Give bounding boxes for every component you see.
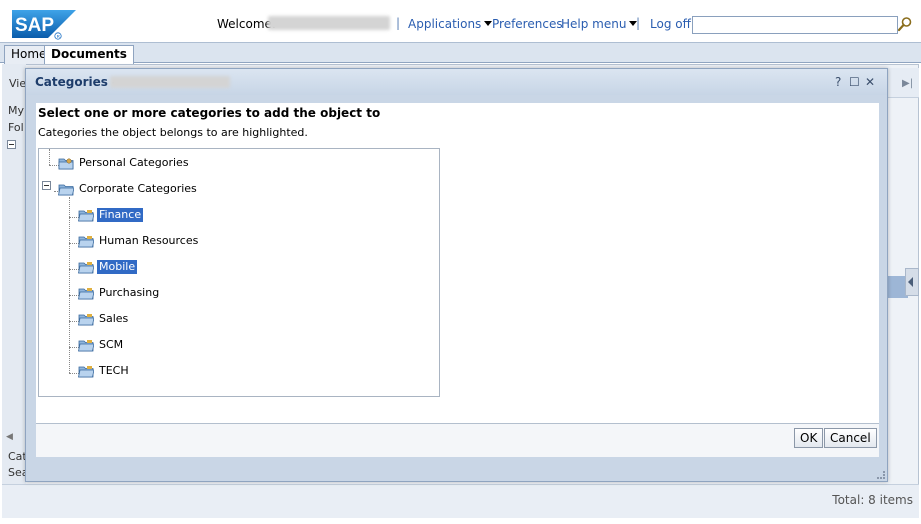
chevron-left-icon <box>908 277 913 287</box>
resize-grip-icon[interactable] <box>877 471 885 479</box>
folder-icon <box>78 313 94 325</box>
bg-view-fragment: Vie <box>9 77 27 90</box>
folder-icon <box>78 209 94 221</box>
tree-node-human-resources[interactable]: Human Resources <box>78 233 200 249</box>
tree-node-tech[interactable]: TECH <box>78 363 131 379</box>
tree-node-sales[interactable]: Sales <box>78 311 130 327</box>
applications-menu[interactable]: Applications <box>408 17 493 31</box>
close-icon[interactable]: ✕ <box>865 75 875 89</box>
cancel-button[interactable]: Cancel <box>824 428 877 448</box>
tree-node-label: TECH <box>99 364 129 377</box>
bg-my-fragment: My <box>8 104 25 117</box>
category-tree: Personal Categories Corporate Categories… <box>38 148 440 397</box>
help-menu-label: Help menu <box>561 17 627 31</box>
maximize-icon[interactable]: ☐ <box>849 75 860 89</box>
status-bar <box>2 484 919 518</box>
tree-node-corporate-categories[interactable]: Corporate Categories <box>58 181 199 197</box>
dialog-footer <box>36 423 879 457</box>
dialog-subheading: Categories the object belongs to are hig… <box>38 126 308 139</box>
folder-icon <box>78 261 94 273</box>
sap-logo: SAP R <box>12 10 76 40</box>
tree-connector <box>49 149 50 165</box>
bg-categories-fragment: Cat <box>8 450 27 463</box>
sap-logo-text: SAP <box>15 15 54 36</box>
dialog-title: Categories – <box>35 75 119 89</box>
nav-separator: | <box>396 16 401 30</box>
bg-folders-fragment: Fol <box>8 121 24 134</box>
tree-node-label: Sales <box>99 312 129 325</box>
folder-icon <box>78 287 94 299</box>
redacted-object-name <box>110 76 230 88</box>
folder-open-icon <box>58 184 74 195</box>
folder-icon <box>78 235 94 247</box>
nav-separator: | <box>636 16 641 30</box>
tree-node-label: Purchasing <box>99 286 160 299</box>
folder-icon <box>78 339 94 351</box>
tree-node-label: Corporate Categories <box>79 182 197 195</box>
tree-node-scm[interactable]: SCM <box>78 337 125 353</box>
categories-dialog: Categories – ? ☐ ✕ Select one or more ca… <box>25 68 888 482</box>
tree-node-mobile[interactable]: Mobile <box>78 259 138 275</box>
scroll-left-icon[interactable]: ◀ <box>6 432 13 442</box>
redacted-username <box>268 16 390 30</box>
dialog-titlebar[interactable]: Categories – ? ☐ ✕ <box>26 69 887 95</box>
folder-icon <box>78 365 94 377</box>
tree-node-label: Finance <box>97 208 144 222</box>
search-input[interactable] <box>692 16 898 34</box>
collapse-icon[interactable] <box>7 140 16 149</box>
preferences-link[interactable]: Preferences <box>492 17 563 31</box>
tree-node-label: Personal Categories <box>79 156 189 169</box>
tree-node-purchasing[interactable]: Purchasing <box>78 285 161 301</box>
folder-personal-icon <box>58 158 74 169</box>
help-menu[interactable]: Help menu <box>561 17 638 31</box>
tab-bar: Home Documents <box>0 42 921 64</box>
tree-node-personal-categories[interactable]: Personal Categories <box>58 155 191 171</box>
ok-button[interactable]: OK <box>794 428 824 448</box>
dialog-heading: Select one or more categories to add the… <box>38 106 381 120</box>
log-off-link[interactable]: Log off <box>650 17 691 31</box>
app-header: SAP R Welcome: | Applications Preference… <box>0 0 921 42</box>
tree-node-label: Human Resources <box>99 234 199 247</box>
search-icon[interactable] <box>897 16 913 32</box>
tab-documents[interactable]: Documents <box>44 45 134 64</box>
help-icon[interactable]: ? <box>835 75 841 89</box>
collapse-icon[interactable] <box>42 181 51 190</box>
total-items-status: Total: 8 items <box>832 493 913 507</box>
tree-node-label: Mobile <box>97 260 138 274</box>
tree-node-finance[interactable]: Finance <box>78 207 144 223</box>
scroll-right-icon[interactable]: ▶| <box>902 78 913 89</box>
applications-label: Applications <box>408 17 482 31</box>
tree-node-label: SCM <box>99 338 124 351</box>
